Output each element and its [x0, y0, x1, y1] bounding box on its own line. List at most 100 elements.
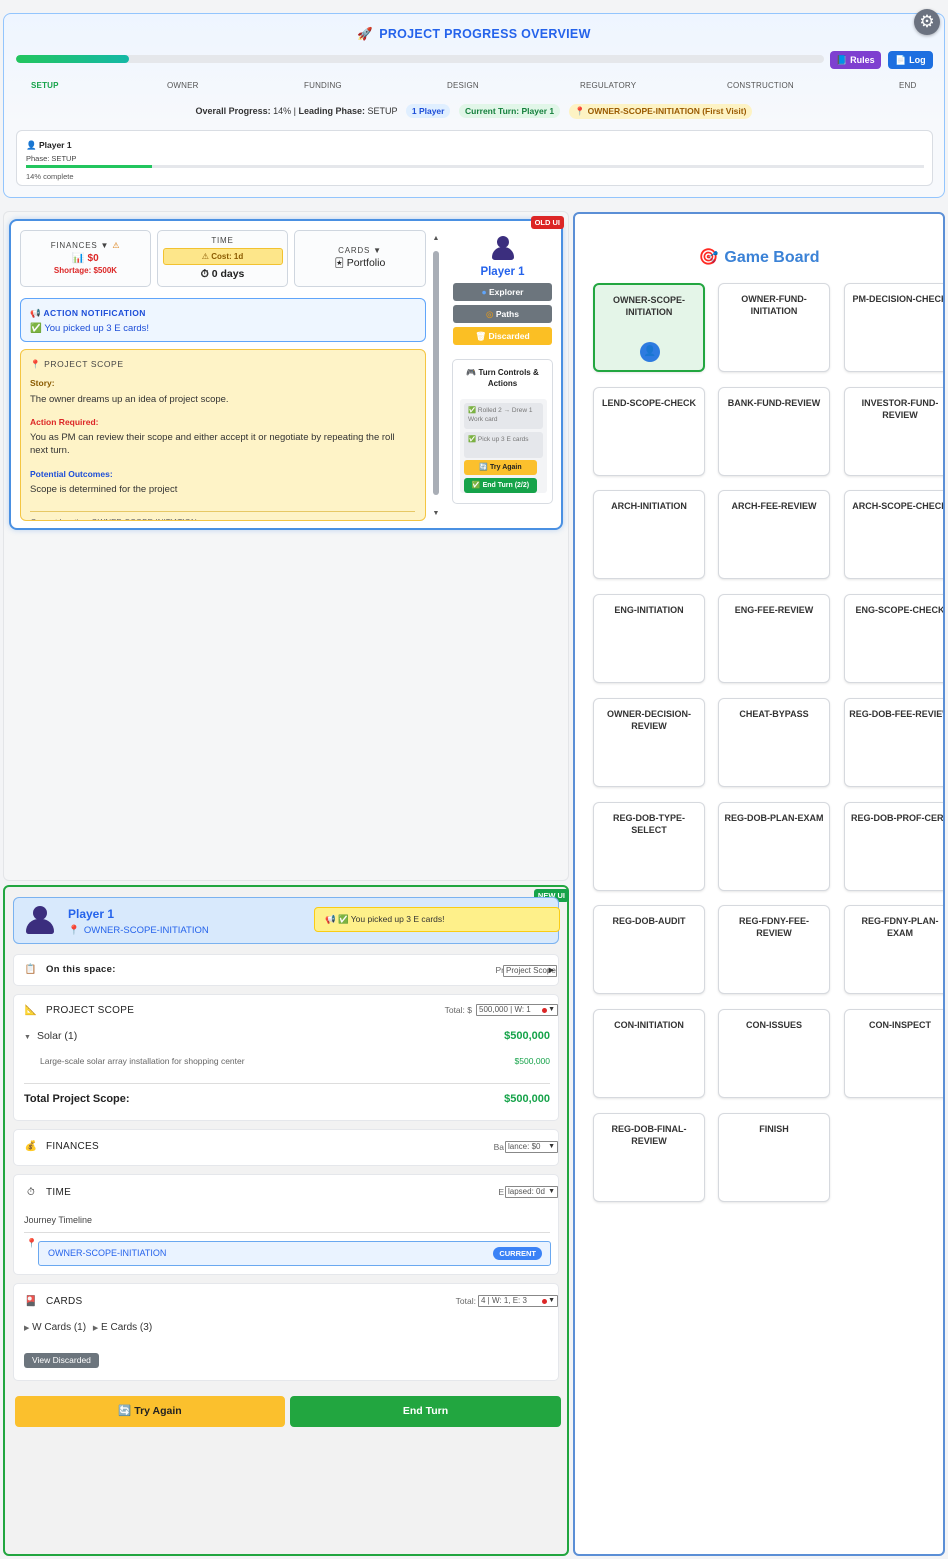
- board-space[interactable]: OWNER-DECISION-REVIEW: [593, 698, 705, 787]
- board-space[interactable]: LEND-SCOPE-CHECK: [593, 387, 705, 476]
- refresh-icon: 🔄: [118, 1405, 132, 1417]
- pin-icon: 📍: [30, 359, 42, 369]
- board-space[interactable]: ENG-SCOPE-CHECK: [844, 594, 945, 683]
- overview-status: Overall Progress: 14% | Leading Phase: S…: [4, 104, 944, 119]
- rules-button[interactable]: 📘 Rules: [830, 51, 881, 69]
- project-scope-card: 📍 PROJECT SCOPE Story: The owner dreams …: [20, 349, 426, 521]
- board-space[interactable]: CON-ISSUES: [718, 1009, 830, 1098]
- player-progress-bar: [26, 165, 924, 168]
- scrollbar[interactable]: ▲ ▼: [432, 235, 440, 520]
- checkbox-icon: ✅: [468, 407, 477, 414]
- board-space[interactable]: ARCH-FEE-REVIEW: [718, 490, 830, 579]
- end-turn-button[interactable]: End Turn: [290, 1396, 561, 1427]
- game-board: 🎯 Game Board OWNER-SCOPE-INITIATION 👤 OWNER…: [573, 212, 945, 1556]
- end-turn-small-button[interactable]: ✅ End Turn (2/2): [464, 478, 537, 493]
- board-space[interactable]: ARCH-SCOPE-CHECK: [844, 490, 945, 579]
- old-ui-tag: OLD UI: [530, 216, 564, 229]
- board-space-label: INVESTOR-FUND-REVIEW: [861, 398, 939, 420]
- e-cards-toggle[interactable]: ▶ E Cards (3): [93, 1322, 152, 1333]
- dot-icon: ●: [481, 287, 487, 297]
- time-dropdown[interactable]: lapsed: 0d ▼: [505, 1186, 558, 1198]
- warning-icon: ⚠: [112, 241, 121, 250]
- divider: [24, 1083, 550, 1084]
- board-space[interactable]: REG-DOB-PROF-CERT: [844, 802, 943, 891]
- cards-label: CARDS ▼: [338, 246, 382, 255]
- board-space[interactable]: ARCH-INITIATION: [593, 490, 705, 579]
- clipboard-icon: 📋: [24, 964, 38, 975]
- board-space[interactable]: CHEAT-BYPASS: [718, 698, 830, 787]
- board-space[interactable]: CON-INITIATION: [593, 1009, 705, 1098]
- board-space[interactable]: ENG-FEE-REVIEW: [718, 594, 830, 683]
- board-space[interactable]: ENG-INITIATION: [593, 594, 705, 683]
- gamepad-icon: 🎮: [466, 368, 477, 377]
- finances-box[interactable]: FINANCES ▼ ⚠ 📊 $0 Shortage: $500K: [20, 230, 151, 287]
- board-space-label: ARCH-SCOPE-CHECK: [852, 501, 945, 511]
- try-again-small-button[interactable]: 🔄 Try Again: [464, 460, 537, 475]
- board-space-label: OWNER-FUND-INITIATION: [741, 294, 807, 316]
- board-space[interactable]: OWNER-FUND-INITIATION: [718, 283, 830, 372]
- project-scope-section: 📐 PROJECT SCOPE Total: $ 500,000 | W: 1 ▼ …: [13, 994, 559, 1121]
- board-space-label: ARCH-FEE-REVIEW: [731, 501, 817, 511]
- board-space[interactable]: BANK-FUND-REVIEW: [718, 387, 830, 476]
- board-space[interactable]: REG-DOB-AUDIT: [593, 905, 705, 994]
- board-space[interactable]: CON-INSPECT: [844, 1009, 943, 1098]
- board-space[interactable]: REG-FDNY-PLAN-EXAM: [844, 905, 943, 994]
- overall-progress-fill: [16, 55, 130, 63]
- log-button[interactable]: 📄 Log: [888, 51, 933, 69]
- player-name: Player 1: [68, 907, 115, 921]
- board-space[interactable]: INVESTOR-FUND-REVIEW: [844, 387, 943, 476]
- board-space[interactable]: REG-DOB-TYPE-SELECT: [593, 802, 705, 891]
- scroll-down-arrow-icon[interactable]: ▼: [432, 510, 440, 517]
- on-space-dropdown[interactable]: Project Scope ▶: [503, 965, 557, 977]
- board-space[interactable]: OWNER-SCOPE-INITIATION 👤: [593, 283, 705, 372]
- caret-icon: ▶: [548, 967, 554, 974]
- side-player-name: Player 1: [480, 266, 525, 278]
- board-space[interactable]: PM-DECISION-CHECK: [844, 283, 943, 372]
- time-cost-chip: ⚠ Cost: 1d: [162, 248, 283, 265]
- players-count-pill: 1 Player: [405, 104, 451, 118]
- board-space-label: REG-DOB-PLAN-EXAM: [724, 813, 824, 823]
- board-space-label: ENG-SCOPE-CHECK: [855, 605, 945, 615]
- board-space[interactable]: REG-DOB-FEE-REVIEW: [844, 698, 945, 787]
- cards-dropdown[interactable]: 4 | W: 1, E: 3 ▼: [478, 1295, 558, 1307]
- caret-down-icon: ▼: [548, 1297, 555, 1304]
- card-icon: 🎴: [24, 1296, 38, 1307]
- total-scope-amount: $500,000: [504, 1093, 550, 1105]
- timeline-entry: OWNER-SCOPE-INITIATION CURRENT: [38, 1241, 551, 1266]
- scroll-up-arrow-icon[interactable]: ▲: [432, 235, 440, 242]
- board-space[interactable]: REG-DOB-PLAN-EXAM: [718, 802, 830, 891]
- player-progress-card: 👤 Player 1 Phase: SETUP 14% complete: [16, 130, 933, 186]
- avatar: [26, 906, 54, 934]
- phase-funding: FUNDING: [304, 81, 342, 90]
- scrollbar-thumb[interactable]: [433, 251, 439, 495]
- rolled-status: ✅ Rolled 2 → Drew 1 Work card: [464, 403, 543, 429]
- discarded-button[interactable]: 🗑 Discarded: [453, 327, 552, 345]
- board-space[interactable]: REG-DOB-FINAL-REVIEW: [593, 1113, 705, 1202]
- board-space-label: REG-DOB-FEE-REVIEW: [849, 709, 945, 719]
- stopwatch-icon: ⏱: [200, 268, 209, 280]
- paths-button[interactable]: ◎ Paths: [453, 305, 552, 323]
- megaphone-icon: 📢: [325, 914, 336, 924]
- pin-icon: 📍: [574, 106, 586, 116]
- target-icon: 🎯: [698, 249, 719, 266]
- board-space[interactable]: FINISH: [718, 1113, 830, 1202]
- view-discarded-button[interactable]: View Discarded: [24, 1353, 99, 1368]
- solar-amount: $500,000: [504, 1030, 550, 1042]
- finances-dropdown[interactable]: lance: $0 ▼: [505, 1141, 558, 1153]
- time-box: TIME ⚠ Cost: 1d ⏱ 0 days: [157, 230, 288, 287]
- explorer-button[interactable]: ● Explorer: [453, 283, 552, 301]
- board-space[interactable]: REG-FDNY-FEE-REVIEW: [718, 905, 830, 994]
- stopwatch-icon: ⏱: [26, 1187, 36, 1198]
- caret-down-icon: ▼: [548, 1143, 555, 1150]
- current-turn-pill: Current Turn: Player 1: [459, 104, 561, 118]
- board-space-label: REG-DOB-AUDIT: [612, 916, 686, 926]
- action-required-text: You as PM can review their scope and eit…: [30, 432, 395, 456]
- cards-box[interactable]: CARDS ▼ 🃏 Portfolio: [294, 230, 426, 287]
- scope-total-dropdown[interactable]: 500,000 | W: 1 ▼: [476, 1004, 558, 1016]
- caret-down-icon: ▼: [548, 1006, 555, 1013]
- outcomes-text: Scope is determined for the project: [30, 484, 178, 495]
- phase-design: DESIGN: [447, 81, 479, 90]
- try-again-button[interactable]: 🔄 Try Again: [15, 1396, 285, 1427]
- w-cards-toggle[interactable]: ▶ W Cards (1): [24, 1322, 86, 1333]
- solar-item[interactable]: ▼ Solar (1): [24, 1030, 77, 1042]
